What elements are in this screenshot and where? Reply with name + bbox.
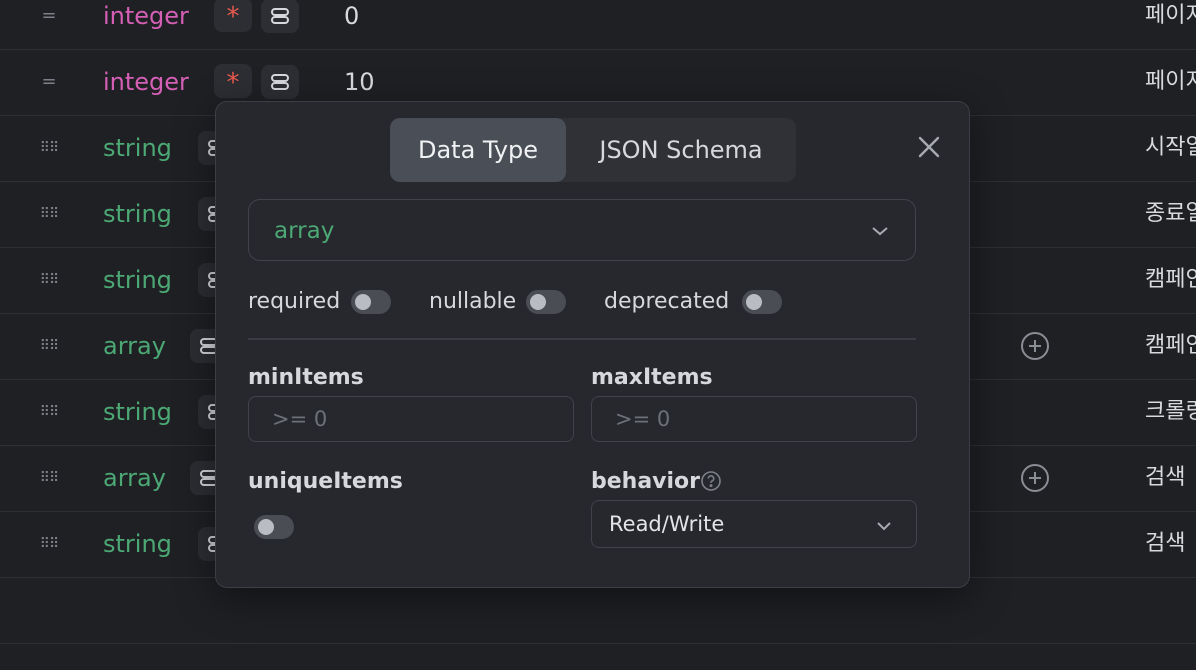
- property-type[interactable]: string: [103, 379, 172, 445]
- chevron-down-icon: [872, 227, 888, 236]
- drag-handle-icon[interactable]: =: [39, 0, 59, 49]
- drag-handle-icon[interactable]: =: [39, 49, 59, 115]
- property-description[interactable]: 검색: [1145, 511, 1185, 577]
- property-description[interactable]: 캠페인: [1145, 313, 1196, 379]
- drag-handle-icon[interactable]: ⠿⠿: [39, 445, 60, 511]
- link-icon[interactable]: [261, 65, 299, 99]
- property-description[interactable]: 페이지: [1145, 0, 1196, 49]
- required-switch[interactable]: [351, 290, 391, 314]
- close-icon[interactable]: [916, 134, 942, 160]
- property-type[interactable]: array: [103, 445, 166, 511]
- required-toggle[interactable]: *: [214, 64, 252, 98]
- property-example[interactable]: 0: [344, 0, 359, 49]
- max-items-input[interactable]: [591, 396, 917, 442]
- tab-json-schema[interactable]: JSON Schema: [566, 118, 796, 182]
- drag-handle-icon[interactable]: ⠿⠿: [39, 115, 60, 181]
- nullable-switch[interactable]: [526, 290, 566, 314]
- unique-items-switch[interactable]: [254, 515, 294, 539]
- property-description[interactable]: 페이지: [1145, 49, 1196, 115]
- help-icon[interactable]: [700, 470, 722, 492]
- property-type[interactable]: integer: [103, 0, 189, 49]
- min-items-label: minItems: [248, 365, 364, 390]
- drag-handle-icon[interactable]: ⠿⠿: [39, 379, 60, 445]
- property-flags: required nullable deprecated: [248, 285, 916, 319]
- type-editor-popover: Data Type JSON Schema array required nul…: [215, 101, 970, 588]
- type-select[interactable]: array: [248, 199, 916, 261]
- min-items-input[interactable]: [248, 396, 574, 442]
- nullable-label: nullable: [429, 289, 517, 314]
- link-icon[interactable]: [261, 0, 299, 33]
- drag-handle-icon[interactable]: ⠿⠿: [39, 181, 60, 247]
- drag-handle-icon[interactable]: ⠿⠿: [39, 247, 60, 313]
- required-toggle[interactable]: *: [214, 0, 252, 32]
- property-type[interactable]: string: [103, 181, 172, 247]
- add-child-icon[interactable]: [1020, 331, 1050, 361]
- max-items-label: maxItems: [591, 365, 713, 390]
- behavior-label: behavior: [591, 469, 701, 494]
- property-description[interactable]: 캠페인: [1145, 247, 1196, 313]
- chevron-down-icon: [877, 522, 891, 531]
- type-select-value: array: [274, 218, 335, 244]
- tab-data-type[interactable]: Data Type: [390, 118, 566, 182]
- property-description[interactable]: 종료일: [1145, 181, 1196, 247]
- property-type[interactable]: string: [103, 511, 172, 577]
- drag-handle-icon[interactable]: ⠿⠿: [39, 313, 60, 379]
- property-description[interactable]: 크롤링: [1145, 379, 1196, 445]
- table-row: = integer * 0 페이지: [0, 0, 1196, 50]
- property-type[interactable]: integer: [103, 49, 189, 115]
- property-type[interactable]: string: [103, 247, 172, 313]
- behavior-select[interactable]: Read/Write: [591, 500, 917, 548]
- deprecated-label: deprecated: [604, 289, 730, 314]
- deprecated-switch[interactable]: [742, 290, 782, 314]
- add-child-icon[interactable]: [1020, 463, 1050, 493]
- property-description[interactable]: 시작일: [1145, 115, 1196, 181]
- behavior-select-value: Read/Write: [609, 512, 725, 536]
- divider: [248, 338, 916, 340]
- unique-items-label: uniqueItems: [248, 469, 403, 494]
- drag-handle-icon[interactable]: ⠿⠿: [39, 511, 60, 577]
- property-description[interactable]: 검색: [1145, 445, 1185, 511]
- required-label: required: [248, 289, 341, 314]
- property-type[interactable]: array: [103, 313, 166, 379]
- property-type[interactable]: string: [103, 115, 172, 181]
- type-tabs: Data Type JSON Schema: [390, 118, 796, 182]
